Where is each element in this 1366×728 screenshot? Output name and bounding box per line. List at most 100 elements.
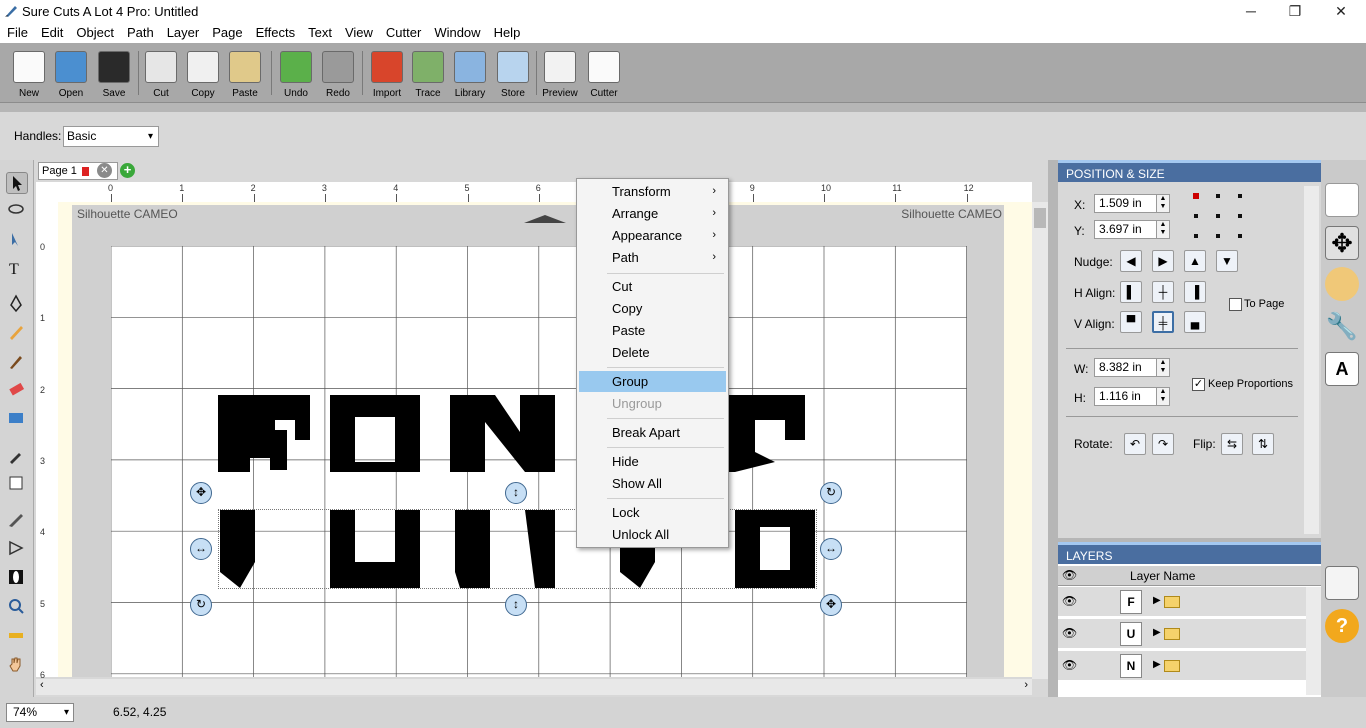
hand-tool-icon[interactable] (6, 654, 28, 676)
move-handle-icon[interactable]: ✥ (190, 482, 212, 504)
menu-item-lock[interactable]: Lock (579, 502, 726, 523)
menu-page[interactable]: Page (205, 23, 248, 40)
eye-icon[interactable]: 👁 (1062, 658, 1077, 672)
align-right-icon[interactable]: ▐ (1184, 281, 1206, 303)
shape-tool-icon[interactable] (6, 408, 28, 430)
align-middle-icon[interactable]: ╪ (1152, 311, 1174, 333)
eraser-tool-icon[interactable] (6, 379, 28, 401)
align-left-icon[interactable]: ▌ (1120, 281, 1142, 303)
menu-item-hide[interactable]: Hide (579, 451, 726, 472)
expand-arrow-icon[interactable]: ▶ (1153, 627, 1161, 638)
cutter-button[interactable]: Cutter (583, 51, 625, 103)
new-button[interactable]: New (8, 51, 50, 103)
menu-cutter[interactable]: Cutter (379, 23, 427, 40)
flip-vertical-icon[interactable]: ⇅ (1252, 433, 1274, 455)
menu-item-appearance[interactable]: Appearance › (579, 225, 726, 246)
resize-horizontal-handle-icon[interactable]: ↔ (820, 538, 842, 560)
panel-scrollbar[interactable] (1304, 186, 1319, 534)
cut-button[interactable]: Cut (140, 51, 182, 103)
wrench-icon[interactable]: 🔧 (1325, 309, 1359, 343)
eyedropper-tool-icon[interactable] (6, 445, 28, 467)
rotate-handle-icon[interactable]: ↻ (820, 482, 842, 504)
palette-icon[interactable] (1325, 267, 1359, 301)
menu-item-copy[interactable]: Copy (579, 298, 726, 319)
nudge-down-icon[interactable]: ▼ (1216, 250, 1238, 272)
rotate-right-icon[interactable]: ↷ (1152, 433, 1174, 455)
restore-button[interactable]: ❐ (1272, 0, 1318, 23)
knife-tool-icon[interactable] (6, 509, 28, 531)
help-icon[interactable]: ? (1325, 609, 1359, 643)
eye-icon[interactable]: 👁 (1062, 626, 1077, 640)
minimize-button[interactable]: ─ (1228, 0, 1274, 23)
zoom-tool-icon[interactable] (6, 596, 28, 618)
menu-item-paste[interactable]: Paste (579, 320, 726, 341)
save-button[interactable]: Save (93, 51, 135, 103)
width-stepper[interactable]: ▲ ▼ (1156, 358, 1170, 377)
menu-help[interactable]: Help (487, 23, 527, 40)
handles-select[interactable]: Basic ▾ (63, 126, 159, 147)
add-page-icon[interactable]: + (120, 163, 135, 178)
resize-vertical-handle-icon[interactable]: ↕ (505, 594, 527, 616)
menu-item-ungroup[interactable]: Ungroup (579, 393, 726, 414)
menu-item-arrange[interactable]: Arrange › (579, 203, 726, 224)
menu-view[interactable]: View (338, 23, 379, 40)
measure-tool-icon[interactable] (6, 625, 28, 647)
redo-button[interactable]: Redo (317, 51, 359, 103)
brush-tool-icon[interactable] (6, 351, 28, 373)
pen-tool-icon[interactable] (6, 294, 28, 316)
import-button[interactable]: Import (366, 51, 408, 103)
text-tool-icon[interactable]: T (6, 258, 28, 280)
store-button[interactable]: Store (492, 51, 534, 103)
menu-edit[interactable]: Edit (34, 23, 69, 40)
document-panel-icon[interactable] (1325, 183, 1359, 217)
pencil-tool-icon[interactable] (6, 322, 28, 344)
position-size-tab-icon[interactable]: ✥ (1325, 226, 1359, 260)
menu-window[interactable]: Window (427, 23, 486, 40)
open-button[interactable]: Open (50, 51, 92, 103)
resize-horizontal-handle-icon[interactable]: ↔ (190, 538, 212, 560)
horizontal-scrollbar[interactable]: ‹ › (36, 679, 1032, 695)
menu-item-delete[interactable]: Delete (579, 342, 726, 363)
node-tool-icon[interactable] (6, 229, 28, 251)
keep-proportions-checkbox[interactable]: ✓ (1192, 378, 1205, 391)
layer-row[interactable]: 👁 U ▶ (1058, 619, 1306, 649)
menu-item-transform[interactable]: Transform › (579, 181, 726, 202)
menu-layer[interactable]: Layer (160, 23, 206, 40)
expand-arrow-icon[interactable]: ▶ (1153, 659, 1161, 670)
library-button[interactable]: Library (449, 51, 491, 103)
anchor-point-grid[interactable] (1192, 192, 1246, 240)
scale-handle-icon[interactable]: ✥ (820, 594, 842, 616)
menu-item-break-apart[interactable]: Break Apart (579, 422, 726, 443)
menu-path[interactable]: Path (120, 23, 160, 40)
menu-item-cut[interactable]: Cut (579, 276, 726, 297)
flip-horizontal-icon[interactable]: ⇆ (1221, 433, 1243, 455)
layer-row[interactable]: 👁 F ▶ (1058, 587, 1306, 617)
rotate-left-icon[interactable]: ↶ (1124, 433, 1146, 455)
menu-item-show-all[interactable]: Show All (579, 473, 726, 494)
x-stepper[interactable]: ▲ ▼ (1156, 194, 1170, 213)
undo-button[interactable]: Undo (275, 51, 317, 103)
zoom-select[interactable]: 74% ▾ (6, 703, 74, 722)
menu-item-group[interactable]: Group (579, 371, 726, 392)
scroll-left-icon[interactable]: ‹ (40, 679, 44, 691)
eye-icon[interactable]: 👁 (1062, 594, 1077, 608)
paste-button[interactable]: Paste (224, 51, 266, 103)
align-top-icon[interactable]: ▀ (1120, 311, 1142, 333)
menu-item-unlock-all[interactable]: Unlock All (579, 524, 726, 545)
layer-row[interactable]: 👁 N ▶ (1058, 651, 1306, 681)
rotate-handle-icon[interactable]: ↻ (190, 594, 212, 616)
nudge-left-icon[interactable]: ◀ (1120, 250, 1142, 272)
trace-button[interactable]: Trace (407, 51, 449, 103)
layers-scrollbar[interactable] (1306, 587, 1321, 695)
lasso-tool-icon[interactable] (6, 201, 28, 223)
text-panel-icon[interactable]: A (1325, 352, 1359, 386)
close-page-icon[interactable]: ✕ (97, 163, 112, 178)
menu-effects[interactable]: Effects (249, 23, 302, 40)
layers-tab-icon[interactable] (1325, 566, 1359, 600)
expand-arrow-icon[interactable]: ▶ (1153, 595, 1161, 606)
scroll-right-icon[interactable]: › (1024, 679, 1028, 691)
select-tool-icon[interactable] (6, 172, 28, 194)
close-button[interactable]: ✕ (1318, 0, 1364, 23)
menu-item-path[interactable]: Path › (579, 247, 726, 268)
preview-button[interactable]: Preview (539, 51, 581, 103)
